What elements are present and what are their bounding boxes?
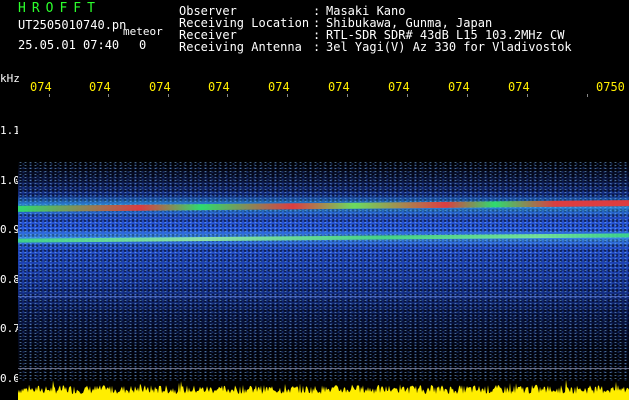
time-tick: 074	[268, 80, 290, 94]
antenna-label: Receiving Antenna	[179, 40, 302, 54]
antenna-value: 3el Yagi(V) Az 330 for Vladivostok	[326, 40, 572, 54]
time-tick: 0750	[596, 80, 625, 94]
time-tick: 074	[89, 80, 111, 94]
time-tick: 074	[508, 80, 530, 94]
time-tick: 074	[30, 80, 52, 94]
time-tick: 074	[149, 80, 171, 94]
date-time: 25.05.01 07:40	[18, 38, 120, 52]
time-tick: 074	[448, 80, 470, 94]
time-tick: 074	[388, 80, 410, 94]
app-title: HROFFT	[18, 1, 101, 16]
time-tick: 074	[328, 80, 350, 94]
meteor-count: 0	[139, 38, 147, 52]
hrofft-spectrogram-window: HROFFT UT2505010740.pn meteor 25.05.01 0…	[0, 0, 629, 400]
faint-reference-line	[18, 296, 629, 297]
meteor-label: meteor	[123, 25, 163, 38]
signal-level-trace	[18, 379, 629, 400]
file-name: UT2505010740.pn	[18, 18, 127, 32]
noise-speckle	[18, 161, 629, 381]
frequency-unit-label: kHz	[0, 72, 20, 85]
time-tick: 074	[208, 80, 230, 94]
level-reference-line	[18, 368, 629, 369]
spectrogram-plot	[18, 97, 629, 400]
antenna-sep: :	[313, 40, 321, 54]
